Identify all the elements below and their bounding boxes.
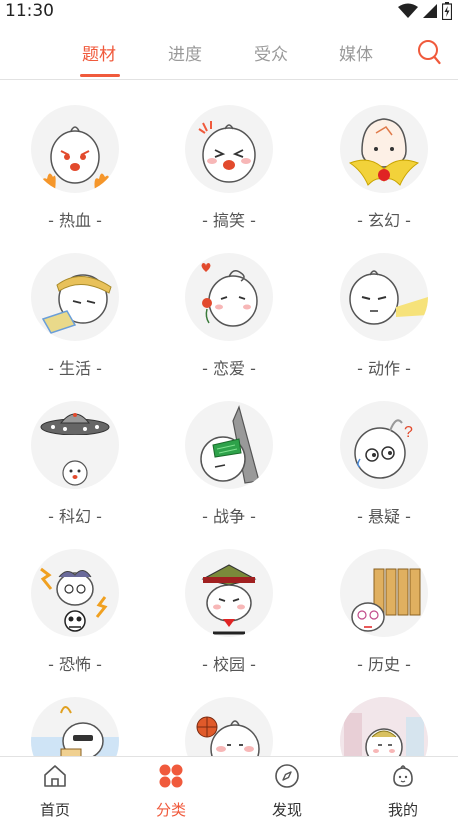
nav-discover[interactable]: 发现 xyxy=(252,763,322,820)
svg-text:?: ? xyxy=(404,424,413,441)
nav-category-label: 分类 xyxy=(155,801,186,819)
life-avatar xyxy=(31,253,119,341)
nav-home-label: 首页 xyxy=(39,801,70,819)
tab-theme[interactable]: 题材 xyxy=(82,40,116,65)
tab-progress[interactable]: 进度 xyxy=(168,40,202,65)
status-time: 11:30 xyxy=(5,1,54,21)
category-label: - 科幻 - xyxy=(48,507,102,526)
category-label: - 动作 - xyxy=(357,359,411,378)
compass-icon xyxy=(275,764,299,788)
nav-discover-label: 发现 xyxy=(271,801,302,819)
hot-blood-avatar xyxy=(31,105,119,193)
category-war[interactable]: - 战争 - xyxy=(169,401,289,527)
nav-home[interactable]: 首页 xyxy=(20,763,90,820)
category-mystery[interactable]: ? - 悬疑 - xyxy=(324,401,444,527)
category-hot-blood[interactable]: - 热血 - xyxy=(15,105,135,231)
category-label: - 玄幻 - xyxy=(357,211,411,230)
status-bar: 11:30 xyxy=(0,0,458,22)
status-icons xyxy=(398,2,452,20)
category-avatar xyxy=(185,697,273,756)
nav-profile-label: 我的 xyxy=(387,801,418,819)
home-icon xyxy=(44,765,66,787)
action-avatar xyxy=(340,253,428,341)
category-label: - 生活 - xyxy=(48,359,102,378)
category-comedy[interactable]: - 搞笑 - xyxy=(169,105,289,231)
tab-media[interactable]: 媒体 xyxy=(339,40,373,65)
bottom-navigation: 首页 分类 发现 我的 xyxy=(0,756,458,820)
category-life[interactable]: - 生活 - xyxy=(15,253,135,379)
category-item[interactable] xyxy=(15,697,135,756)
mystery-avatar: ? xyxy=(340,401,428,489)
tab-audience[interactable]: 受众 xyxy=(254,40,288,65)
campus-avatar xyxy=(185,549,273,637)
nav-profile[interactable]: 我的 xyxy=(368,763,438,820)
category-label: - 校园 - xyxy=(202,655,256,674)
category-label: - 热血 - xyxy=(48,211,102,230)
category-label: - 搞笑 - xyxy=(202,211,256,230)
category-label: - 历史 - xyxy=(357,655,411,674)
top-tab-bar: 题材 进度 受众 媒体 xyxy=(0,28,458,78)
category-label: - 悬疑 - xyxy=(357,507,411,526)
active-tab-indicator xyxy=(80,74,120,77)
nav-category[interactable]: 分类 xyxy=(136,763,206,820)
search-icon[interactable] xyxy=(417,39,441,65)
war-avatar xyxy=(185,401,273,489)
signal-icon xyxy=(423,4,437,18)
category-action[interactable]: - 动作 - xyxy=(324,253,444,379)
wifi-icon xyxy=(398,3,418,18)
battery-icon xyxy=(442,2,452,20)
category-campus[interactable]: - 校园 - xyxy=(169,549,289,675)
category-grid: - 热血 - - 搞笑 - - 玄幻 - - 生活 - - 恋爱 - - 动作 … xyxy=(0,80,458,756)
category-item[interactable] xyxy=(324,697,444,756)
category-history[interactable]: - 历史 - xyxy=(324,549,444,675)
history-avatar xyxy=(340,549,428,637)
category-avatar xyxy=(31,697,119,756)
category-scifi[interactable]: - 科幻 - xyxy=(15,401,135,527)
category-label: - 战争 - xyxy=(202,507,256,526)
comedy-avatar xyxy=(185,105,273,193)
category-fantasy[interactable]: - 玄幻 - xyxy=(324,105,444,231)
category-horror[interactable]: - 恐怖 - xyxy=(15,549,135,675)
horror-avatar xyxy=(31,549,119,637)
category-romance[interactable]: - 恋爱 - xyxy=(169,253,289,379)
scifi-avatar xyxy=(31,401,119,489)
profile-icon xyxy=(393,765,413,787)
fantasy-avatar xyxy=(340,105,428,193)
category-avatar xyxy=(340,697,428,756)
category-icon xyxy=(159,764,183,788)
category-label: - 恐怖 - xyxy=(48,655,102,674)
category-item[interactable] xyxy=(169,697,289,756)
romance-avatar xyxy=(185,253,273,341)
category-label: - 恋爱 - xyxy=(202,359,256,378)
